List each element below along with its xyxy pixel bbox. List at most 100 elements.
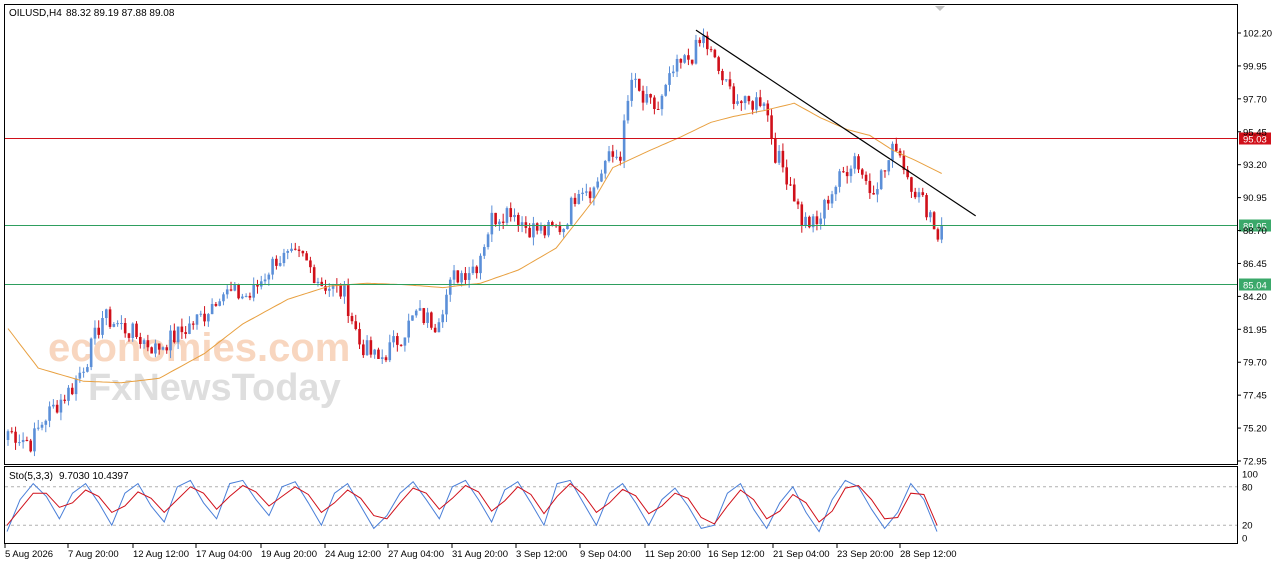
candle-body [229, 289, 233, 291]
candle-body [815, 216, 819, 225]
candle-body [142, 340, 146, 345]
candle-body [925, 195, 928, 218]
x-tick-label: 5 Aug 2026 [5, 549, 53, 560]
stoch-y-tick-label: 20 [1242, 521, 1253, 532]
y-tick-label: 86.45 [1243, 259, 1267, 270]
candle-body [860, 169, 864, 175]
stoch-values: 9.7030 10.4397 [59, 471, 129, 482]
candle-body [588, 191, 592, 199]
candle-body [717, 57, 720, 71]
candle-body [452, 270, 456, 280]
x-tick-label: 7 Aug 20:00 [68, 549, 119, 560]
candle-body [687, 55, 690, 60]
candle-body [596, 181, 599, 188]
candle-body [482, 247, 486, 256]
candle-body [328, 288, 331, 291]
stoch-y-tick-label: 100 [1242, 470, 1258, 481]
x-tick-label: 17 Aug 04:00 [196, 549, 252, 560]
candle-body [169, 330, 172, 351]
candle-body [225, 289, 229, 295]
candle-body [241, 296, 244, 299]
candle-body [551, 222, 554, 226]
y-tick-label: 97.70 [1243, 94, 1267, 105]
candle-body [222, 294, 225, 302]
candle-body [660, 95, 664, 110]
x-tick-label: 3 Sep 12:00 [516, 549, 567, 560]
candle-body [10, 431, 14, 433]
candle-body [184, 332, 187, 334]
candle-body [509, 208, 513, 218]
y-tick-label: 90.95 [1243, 193, 1267, 204]
candle-body [887, 160, 891, 172]
candle-body [683, 55, 686, 63]
watermark-fxnewstoday: FxNewsToday [88, 367, 341, 409]
candle-body [331, 284, 335, 289]
candle-body [29, 440, 32, 452]
candle-body [25, 439, 29, 441]
y-tick-label: 102.20 [1243, 29, 1272, 40]
candle-body [770, 115, 773, 139]
candle-body [293, 248, 297, 250]
candle-body [101, 318, 104, 335]
y-tick-label: 77.45 [1243, 391, 1267, 402]
candle-body [845, 172, 849, 177]
candle-body [233, 284, 237, 291]
candle-body [789, 184, 792, 186]
candle-body [864, 174, 868, 181]
candle-body [517, 214, 520, 226]
candle-body [641, 90, 645, 103]
candle-body [218, 301, 221, 306]
candle-body [592, 187, 596, 199]
candle-body [199, 313, 203, 315]
candle-body [146, 340, 150, 348]
price-chart[interactable]: economies.com FxNewsToday 95.0389.0585.0… [0, 0, 1280, 567]
candle-body [615, 156, 618, 158]
candle-body [895, 143, 898, 151]
candle-body [354, 321, 358, 330]
candle-body [940, 224, 943, 240]
candle-body [278, 263, 282, 266]
candle-body [569, 197, 573, 225]
candle-body [781, 150, 785, 168]
candle-body [501, 221, 505, 223]
candle-body [868, 180, 872, 194]
candle-body [305, 253, 308, 261]
candle-body [777, 150, 781, 163]
candle-body [543, 225, 547, 236]
watermark-economies: economies.com [48, 326, 350, 370]
candle-body [471, 266, 475, 274]
candle-body [917, 192, 921, 198]
candle-body [577, 194, 581, 204]
candle-body [804, 216, 807, 226]
candle-body [407, 320, 410, 338]
candle-body [634, 78, 637, 80]
candle-body [67, 387, 70, 401]
candle-body [320, 281, 324, 287]
symbol-label: OILUSD,H4 [9, 8, 62, 19]
candle-body [297, 249, 301, 251]
x-tick-label: 27 Aug 04:00 [388, 549, 444, 560]
candle-body [373, 349, 376, 355]
y-tick-label: 88.70 [1243, 226, 1267, 237]
ohlc-values: 88.32 89.19 87.88 89.08 [66, 8, 175, 19]
candle-body [350, 315, 354, 322]
candle-body [653, 97, 656, 109]
candle-body [396, 336, 399, 345]
candle-body [853, 156, 857, 169]
candle-body [732, 86, 736, 104]
candle-body [475, 266, 479, 274]
candle-body [479, 255, 482, 274]
candle-body [165, 347, 169, 351]
candle-body [490, 212, 494, 235]
candle-body [150, 347, 153, 354]
candle-body [271, 258, 274, 275]
candle-body [237, 284, 240, 299]
candle-body [176, 326, 180, 343]
candle-body [664, 84, 668, 96]
candle-body [445, 294, 448, 315]
candle-body [157, 343, 161, 350]
candle-body [210, 303, 214, 315]
candle-body [131, 323, 135, 338]
candle-body [486, 234, 490, 248]
candle-body [785, 167, 788, 185]
